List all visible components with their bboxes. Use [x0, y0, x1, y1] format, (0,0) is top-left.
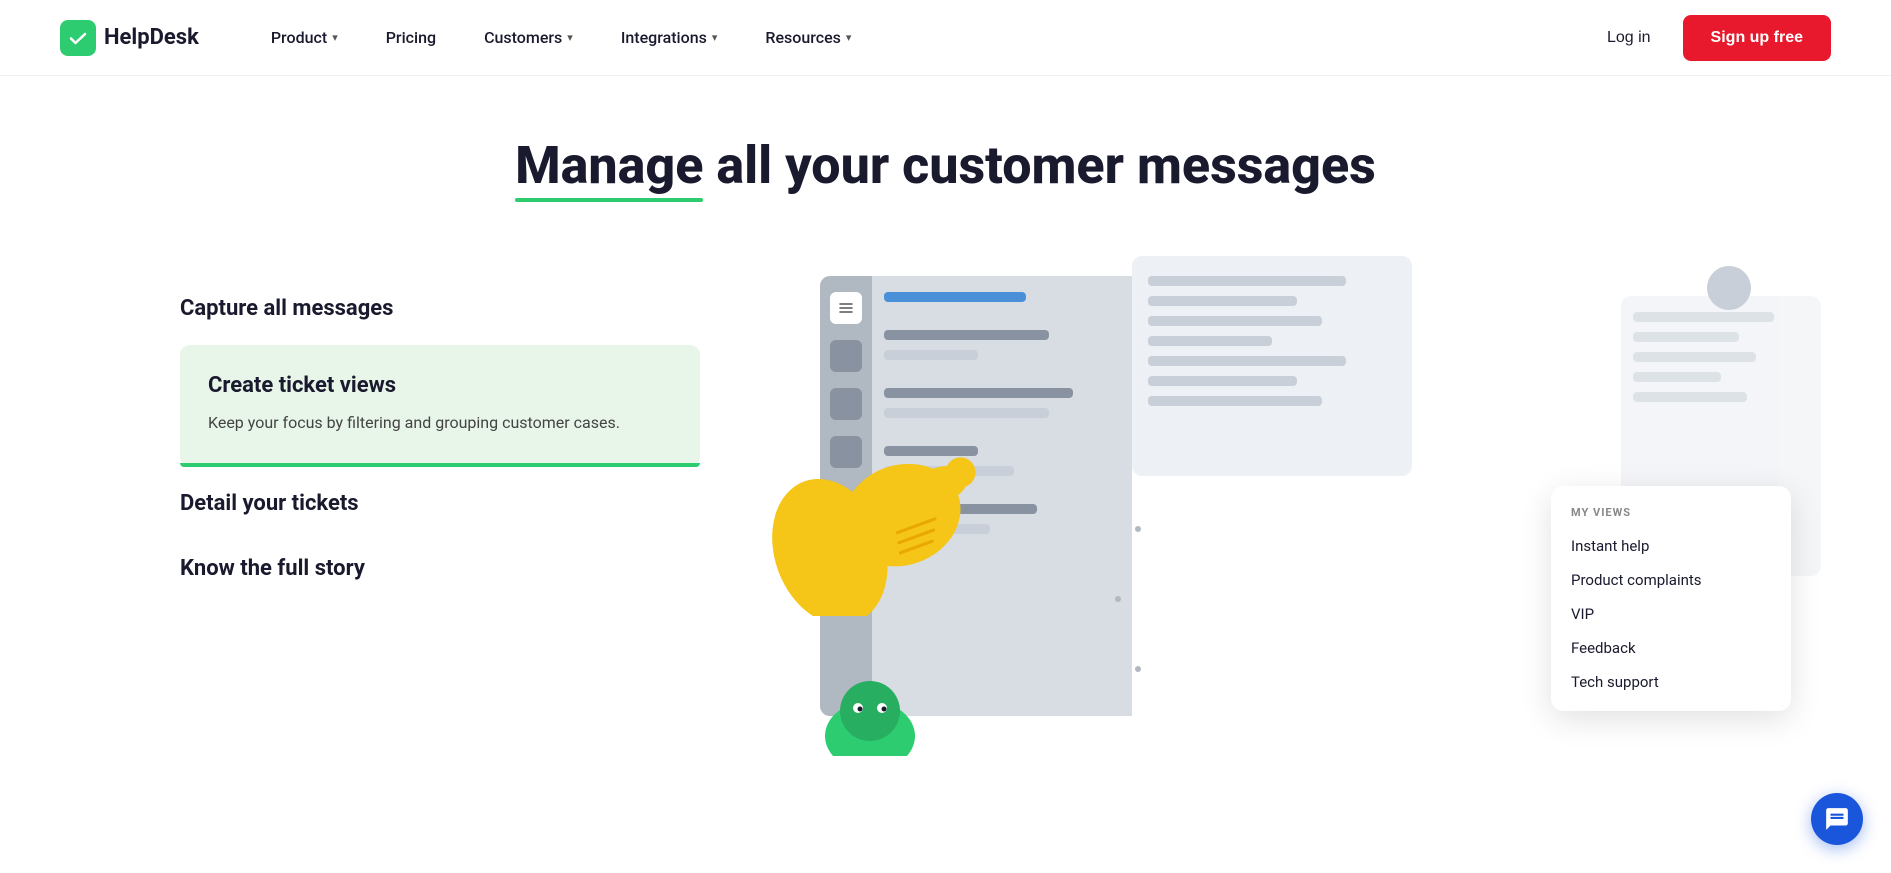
- my-views-card: MY VIEWS Instant help Product complaints…: [1551, 486, 1791, 711]
- sidebar-icon-2: [830, 340, 862, 372]
- logo-icon: [60, 20, 96, 56]
- decorative-dot-1: [1135, 526, 1141, 532]
- login-button[interactable]: Log in: [1595, 21, 1663, 55]
- user-avatar: [1707, 266, 1751, 310]
- signup-button[interactable]: Sign up free: [1683, 15, 1831, 61]
- nav-integrations[interactable]: Integrations ▾: [597, 0, 742, 76]
- my-views-header: MY VIEWS: [1551, 506, 1791, 529]
- chat-bubble-button[interactable]: [1811, 793, 1863, 845]
- hero-title: Manage all your customer messages: [40, 136, 1851, 196]
- yellow-hand-illustration: [760, 416, 980, 616]
- my-views-item-3[interactable]: VIP: [1551, 597, 1791, 631]
- feature-card-title: Create ticket views: [208, 373, 672, 398]
- decorative-dot-2: [1115, 596, 1121, 602]
- feature-heading-1[interactable]: Capture all messages: [180, 276, 700, 341]
- nav-product[interactable]: Product ▾: [247, 0, 362, 76]
- hero-section: Manage all your customer messages: [0, 76, 1891, 236]
- hero-title-rest: all your customer messages: [703, 135, 1375, 196]
- my-views-item-2[interactable]: Product complaints: [1551, 563, 1791, 597]
- left-panel: Capture all messages Create ticket views…: [180, 276, 700, 602]
- decorative-dot-3: [1135, 666, 1141, 672]
- my-views-item-1[interactable]: Instant help: [1551, 529, 1791, 563]
- logo-text: HelpDesk: [104, 25, 199, 50]
- nav-resources[interactable]: Resources ▾: [741, 0, 875, 76]
- feature-card-active: Create ticket views Keep your focus by f…: [180, 345, 700, 468]
- nav-pricing[interactable]: Pricing: [362, 0, 460, 76]
- nav-links: Product ▾ Pricing Customers ▾ Integratio…: [247, 0, 1595, 76]
- feature-heading-2[interactable]: Detail your tickets: [180, 471, 700, 536]
- my-views-item-5[interactable]: Tech support: [1551, 665, 1791, 699]
- logo-link[interactable]: HelpDesk: [60, 20, 199, 56]
- chevron-down-icon: ▾: [332, 31, 338, 44]
- ticket-item-active: [884, 292, 1026, 302]
- ticket-item-2: [884, 350, 978, 360]
- nav-customers[interactable]: Customers ▾: [460, 0, 597, 76]
- ticket-item-1: [884, 330, 1049, 340]
- green-blob: [820, 676, 920, 756]
- main-content: Capture all messages Create ticket views…: [0, 236, 1891, 796]
- hero-title-word1: Manage: [515, 136, 703, 196]
- ticket-detail-card: [1132, 256, 1412, 476]
- feature-card-desc: Keep your focus by filtering and groupin…: [208, 410, 672, 436]
- feature-heading-3[interactable]: Know the full story: [180, 536, 700, 601]
- chevron-down-icon: ▾: [567, 31, 573, 44]
- ticket-item-3: [884, 388, 1073, 398]
- navbar: HelpDesk Product ▾ Pricing Customers ▾ I…: [0, 0, 1891, 76]
- sidebar-icon-1: [830, 292, 862, 324]
- chevron-down-icon: ▾: [712, 31, 718, 44]
- right-panel: MY VIEWS Instant help Product complaints…: [760, 256, 1811, 756]
- nav-right: Log in Sign up free: [1595, 15, 1831, 61]
- chevron-down-icon: ▾: [846, 31, 852, 44]
- my-views-item-4[interactable]: Feedback: [1551, 631, 1791, 665]
